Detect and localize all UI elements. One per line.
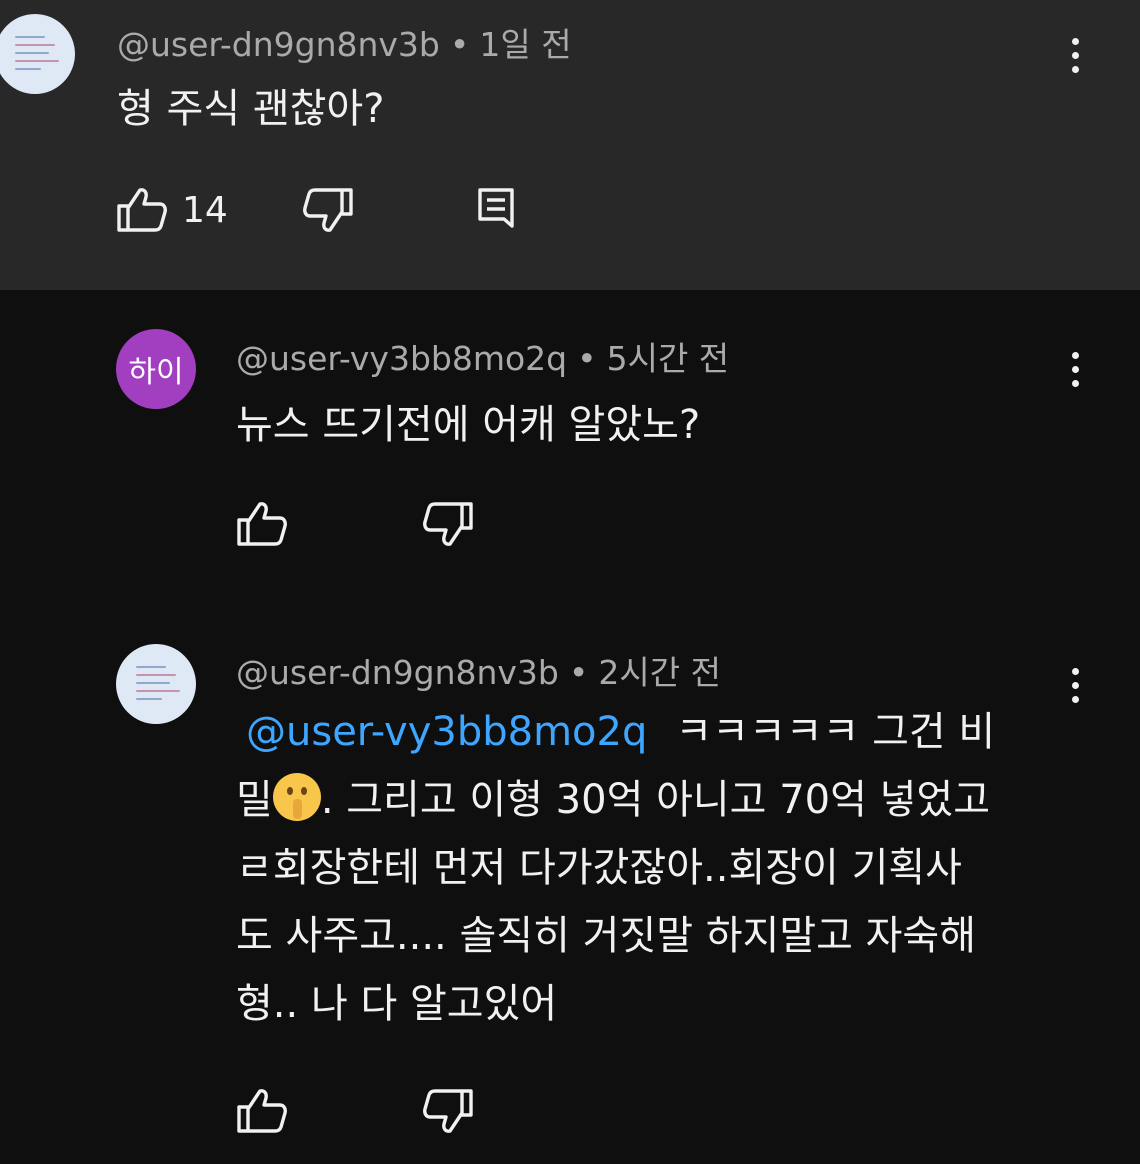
thumbs-down-icon[interactable]: [302, 186, 354, 234]
comment-line: ㄹ회장한테 먼저 다가갔잖아..회장이 기획사: [236, 845, 962, 891]
comment-line: 밀. 그리고 이형 30억 아니고 70억 넣었고: [236, 766, 995, 834]
thumbs-up-icon[interactable]: [116, 186, 168, 234]
thumbs-up-icon[interactable]: [236, 500, 288, 548]
timestamp[interactable]: 1일 전: [479, 25, 571, 64]
comment-meta: @user-vy3bb8mo2q • 5시간 전: [236, 332, 729, 380]
separator-dot: •: [449, 25, 470, 64]
timestamp[interactable]: 5시간 전: [607, 339, 730, 378]
comment-line: @user-vy3bb8mo2q ㅋㅋㅋㅋㅋ 그건 비: [246, 709, 996, 755]
comment-text: 형 주식 괜찮아?: [117, 86, 385, 132]
author-handle[interactable]: @user-dn9gn8nv3b: [117, 25, 440, 64]
comment-meta: @user-dn9gn8nv3b • 2시간 전: [236, 646, 721, 694]
avatar[interactable]: [116, 644, 196, 724]
separator-dot: •: [568, 653, 589, 692]
author-handle[interactable]: @user-dn9gn8nv3b: [236, 653, 559, 692]
comment-text: 뉴스 뜨기전에 어캐 알았노?: [236, 402, 701, 448]
thumbs-down-icon[interactable]: [422, 1087, 474, 1135]
mention-link[interactable]: @user-vy3bb8mo2q: [246, 709, 647, 755]
comment-meta: @user-dn9gn8nv3b • 1일 전: [117, 18, 572, 66]
timestamp[interactable]: 2시간 전: [598, 653, 721, 692]
more-vert-icon[interactable]: [1060, 30, 1090, 80]
thumbs-up-icon[interactable]: [236, 1087, 288, 1135]
reply-icon[interactable]: [476, 186, 516, 230]
more-vert-icon[interactable]: [1060, 344, 1090, 394]
comment-line: 도 사주고.... 솔직히 거짓말 하지말고 자숙해: [236, 913, 977, 959]
comment-line: 형.. 나 다 알고있어: [236, 981, 558, 1027]
thumbs-down-icon[interactable]: [422, 500, 474, 548]
more-vert-icon[interactable]: [1060, 660, 1090, 710]
avatar[interactable]: 하이: [116, 329, 196, 409]
separator-dot: •: [577, 339, 597, 378]
shushing-face-emoji: [272, 773, 321, 821]
comment-text: @user-vy3bb8mo2q ㅋㅋㅋㅋㅋ 그건 비 밀. 그리고 이형 30억…: [236, 698, 995, 1038]
author-handle[interactable]: @user-vy3bb8mo2q: [236, 339, 567, 378]
like-count: 14: [182, 190, 228, 231]
